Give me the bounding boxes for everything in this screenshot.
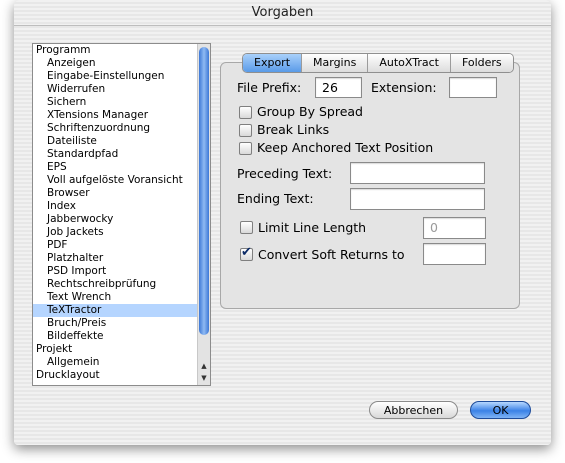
tab-panel [220,62,520,309]
tab-autoxtract[interactable]: AutoXTract [368,54,451,72]
preceding-text-label: Preceding Text: [237,166,333,181]
tab-bar: Export Margins AutoXTract Folders [242,53,514,73]
sidebar-item-widerrufen[interactable]: Widerrufen [33,83,197,96]
preceding-text-field[interactable] [350,162,485,184]
sidebar-item-textractor[interactable]: TeXTractor [33,304,197,317]
sidebar-item-programm[interactable]: Programm [33,44,197,57]
extension-label: Extension: [371,80,437,95]
sidebar-item-job-jackets[interactable]: Job Jackets [33,226,197,239]
sidebar-item-allgemein[interactable]: Allgemein [33,356,197,369]
scroll-up-arrow-icon[interactable]: ▲ [198,361,210,372]
group-by-spread-label[interactable]: Group By Spread [257,104,363,119]
limit-line-length-field[interactable]: 0 [423,217,486,239]
sidebar-item-dateiliste[interactable]: Dateiliste [33,135,197,148]
sidebar-item-browser[interactable]: Browser [33,187,197,200]
keep-anchored-checkbox[interactable] [239,142,252,155]
extension-field[interactable] [449,77,497,98]
sidebar-item-jabberwocky[interactable]: Jabberwocky [33,213,197,226]
convert-soft-returns-field[interactable] [423,243,486,265]
sidebar-item-bildeffekte[interactable]: Bildeffekte [33,330,197,343]
sidebar-item-pdf[interactable]: PDF [33,239,197,252]
sidebar-item-eps[interactable]: EPS [33,161,197,174]
file-prefix-field[interactable]: 26 [315,77,362,98]
sidebar-item-eingabe-einstellungen[interactable]: Eingabe-Einstellungen [33,70,197,83]
sidebar-item-rechtschreibprüfung[interactable]: Rechtschreibprüfung [33,278,197,291]
limit-line-length-label[interactable]: Limit Line Length [258,220,366,235]
sidebar-item-psd-import[interactable]: PSD Import [33,265,197,278]
limit-line-length-checkbox[interactable] [240,221,253,234]
tab-margins[interactable]: Margins [302,54,369,72]
sidebar-item-standardpfad[interactable]: Standardpfad [33,148,197,161]
scrollbar-thumb[interactable] [199,47,209,335]
tab-folders[interactable]: Folders [450,54,513,72]
ending-text-field[interactable] [350,188,485,210]
sidebar-item-text-wrench[interactable]: Text Wrench [33,291,197,304]
sidebar-item-anzeigen[interactable]: Anzeigen [33,57,197,70]
sidebar-item-platzhalter[interactable]: Platzhalter [33,252,197,265]
ending-text-label: Ending Text: [237,191,314,206]
sidebar-item-schriftenzuordnung[interactable]: Schriftenzuordnung [33,122,197,135]
sidebar-item-drucklayout[interactable]: Drucklayout [33,369,197,382]
sidebar-item-xtensions-manager[interactable]: XTensions Manager [33,109,197,122]
preferences-dialog: Vorgaben Programm Anzeigen Eingabe-Einstel… [14,0,551,445]
break-links-checkbox[interactable] [239,124,252,137]
file-prefix-label: File Prefix: [237,80,302,95]
window-title: Vorgaben [14,0,551,26]
sidebar-item-index[interactable]: Index [33,200,197,213]
sidebar-item-sichern[interactable]: Sichern [33,96,197,109]
tab-export[interactable]: Export [243,54,303,72]
sidebar-item-voll-aufgelöste-voransicht[interactable]: Voll aufgelöste Voransicht [33,174,197,187]
convert-soft-returns-label[interactable]: Convert Soft Returns to [258,247,405,262]
break-links-label[interactable]: Break Links [257,122,329,137]
sidebar-item-projekt[interactable]: Projekt [33,343,197,356]
list-scrollbar[interactable]: ▲ ▼ [197,44,210,385]
ok-button[interactable]: OK [470,401,531,419]
sidebar-item-bruch-preis[interactable]: Bruch/Preis [33,317,197,330]
cancel-button[interactable]: Abbrechen [369,401,458,419]
scroll-down-arrow-icon[interactable]: ▼ [198,373,210,384]
preferences-category-list[interactable]: Programm Anzeigen Eingabe-Einstellungen Wid… [32,43,211,386]
category-list-items: Programm Anzeigen Eingabe-Einstellungen Wid… [33,44,197,382]
keep-anchored-label[interactable]: Keep Anchored Text Position [257,140,433,155]
convert-soft-returns-checkbox[interactable] [240,245,253,261]
group-by-spread-checkbox[interactable] [239,106,252,119]
